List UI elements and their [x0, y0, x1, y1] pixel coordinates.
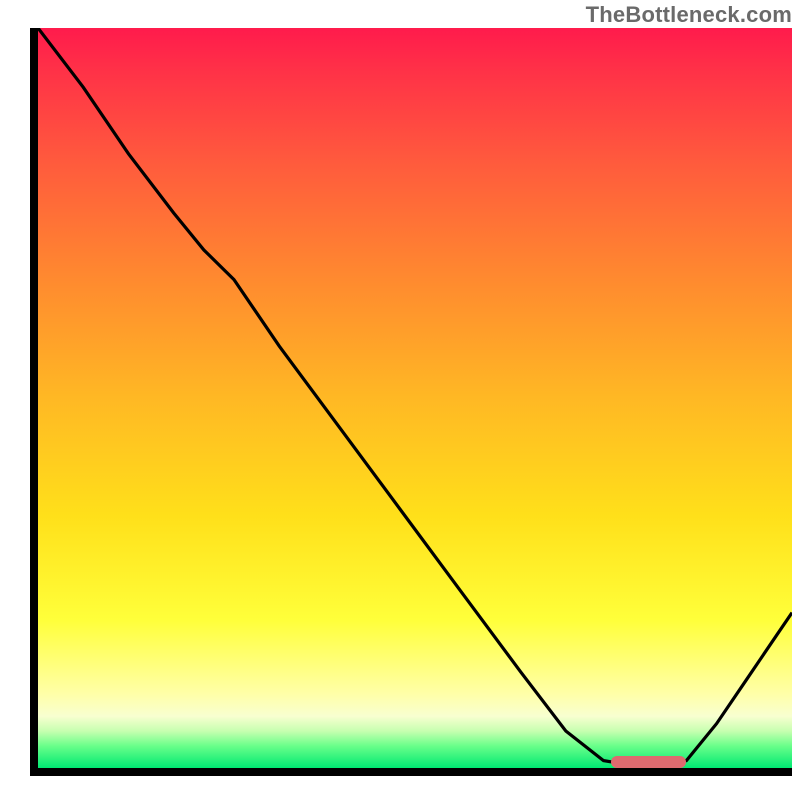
- optimum-marker: [611, 756, 686, 768]
- curve-layer: [38, 28, 792, 768]
- watermark-text: TheBottleneck.com: [586, 2, 792, 28]
- bottleneck-curve: [38, 28, 792, 764]
- x-axis: [30, 768, 792, 776]
- chart-container: TheBottleneck.com: [0, 0, 800, 800]
- y-axis: [30, 28, 38, 776]
